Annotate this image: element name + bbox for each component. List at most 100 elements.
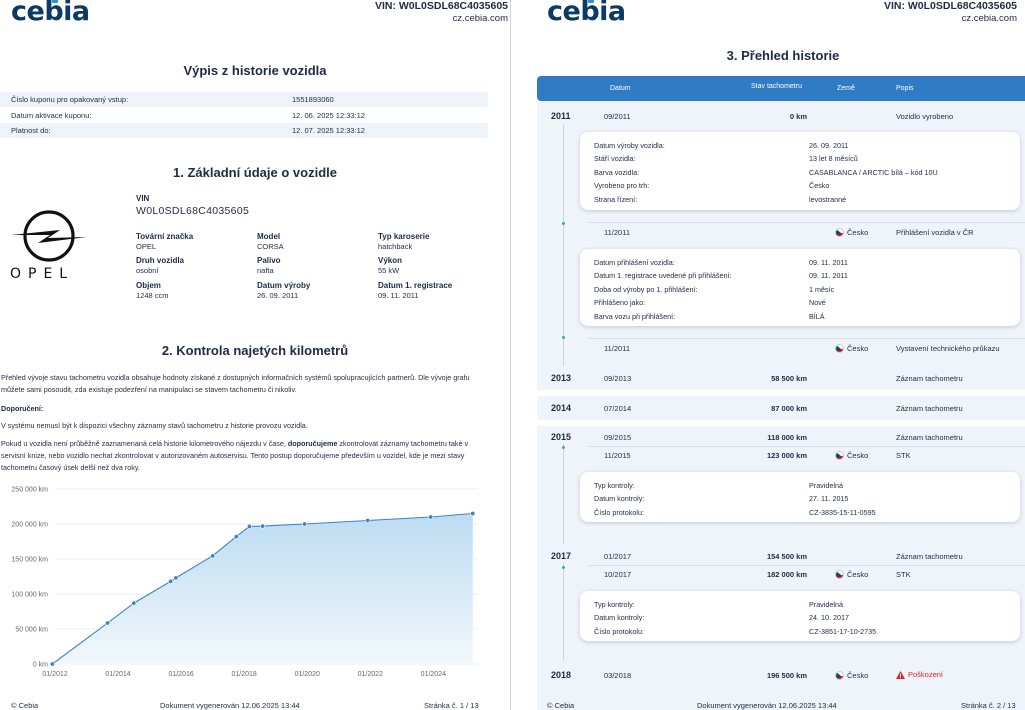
mileage-chart: 250 000 km 200 000 km 150 000 km 100 000 km… [11,487,478,678]
row-separator [588,446,1025,447]
header-url[interactable]: cz.cebia.com [375,13,508,24]
detail-label: Datum kontroly: [594,494,645,504]
header-km: Stav tachometru [751,83,802,90]
cebia-logo: cebia [547,0,626,27]
mileage-point[interactable] [105,620,111,626]
detail-label: Doba od výroby po 1. přihlášení: [594,284,698,294]
detail-value: levostranné [809,194,847,204]
footer-copyright: © Cebia [11,701,39,710]
spec-make: Tovární značka OPEL [136,232,193,251]
row-km: 123 000 km [766,451,807,460]
mileage-point[interactable] [173,575,179,581]
history-table-header: Datum Stav tachometru Země Popis [537,76,1025,101]
warning-icon [896,670,905,679]
spec-value: 1248 ccm [136,291,169,300]
spec-production-date: Datum výroby 26. 09. 2011 [257,281,310,300]
intro-paragraph: Přehled vývoje stavu tachometru vozidla … [1,373,470,394]
recommendation-text: Pokud u vozidla není průběžně zaznamenan… [1,439,288,448]
detail-value: CZ-3835-15-11-0595 [809,507,876,517]
detail-value: CZ-3851-17-10-2735 [809,626,877,636]
coupon-label: Platnost do: [11,126,51,135]
detail-label: Datum přihlášení vozidla: [594,258,675,267]
detail-card-inspection: Typ kontroly: Pravidelná Datum kontroly: 24… [580,591,1020,641]
row-date: 10/2017 [604,570,632,579]
row-km: 58 500 km [771,374,807,383]
spec-value: 26. 09. 2011 [257,291,299,300]
coupon-value: 1551893060 [292,95,334,104]
coupon-label: Číslo kuponu pro opakovaný vstup: [11,95,129,104]
row-description: Přihlášení vozidla v ČR [896,228,974,237]
header-vin-label: VIN: W0L0SDL68C4035605 [374,0,508,12]
mileage-point[interactable] [246,523,252,529]
row-year: 2011 [551,111,571,121]
opel-wordmark: OPEL [10,266,75,282]
report-page-2: cebia VIN: W0L0SDL68C4035605 cz.cebia.co… [528,0,1025,710]
czech-flag-icon [835,344,844,353]
header-vin-label: VIN: W0L0SDL68C4035605 [883,0,1017,12]
detail-value: 1 měsíc [809,284,835,294]
mileage-point[interactable] [131,600,137,606]
y-tick-label: 150 000 km [11,557,48,564]
detail-label: Barva vozidla: [594,167,640,177]
footer-page-number: Stránka č. 1 / 13 [424,701,479,710]
spec-model: Model CORSA [257,232,284,251]
country-name: Česko [847,671,869,680]
mileage-point[interactable] [302,521,308,527]
x-tick-label: 01/2014 [105,671,130,678]
spec-label: Palivo [257,256,281,265]
opel-emblem-icon [11,210,87,262]
section-title-history: 3. Přehled historie [726,48,840,63]
header-url[interactable]: cz.cebia.com [884,13,1017,24]
timeline-line [563,563,564,661]
footer-copyright: © Cebia [547,701,575,710]
mileage-point[interactable] [365,517,371,523]
spec-fuel: Palivo nafta [257,256,281,275]
detail-value: 13 let 8 měsíců [809,154,858,164]
mileage-point[interactable] [260,523,266,529]
mileage-point[interactable] [470,510,476,516]
detail-value: BÍLÁ [809,311,825,321]
row-description: Záznam tachometru [896,404,963,413]
mileage-point[interactable] [233,534,239,540]
row-description: Záznam tachometru [896,374,963,383]
coupon-row: Platnost do: 12. 07. 2025 12:33:12 [0,123,488,138]
mileage-point[interactable] [49,661,55,667]
vin-value: W0L0SDL68C4035605 [136,205,250,217]
row-country: Česko [835,451,868,460]
row-separator [588,338,1025,339]
x-tick-label: 01/2024 [421,671,446,678]
row-date: 09/2013 [604,374,632,383]
row-km: 0 km [789,112,807,121]
timeline-dot [562,446,565,449]
row-year: 2013 [551,373,572,383]
spec-value: nafta [257,266,274,275]
row-date: 07/2014 [604,404,632,413]
mileage-point[interactable] [428,514,434,520]
note-paragraph: V systému nemusí být k dispozici všechny… [1,421,308,430]
mileage-point[interactable] [168,578,174,584]
coupon-label: Datum aktivace kuponu: [11,111,92,120]
spec-label: Model [257,232,281,241]
detail-card-inspection: Typ kontroly: Pravidelná Datum kontroly: 27… [580,472,1020,522]
recommendation-emphasis: doporučujeme [287,439,338,448]
czech-flag-icon [835,671,844,680]
czech-flag-icon [835,451,844,460]
row-km: 196 500 km [766,671,807,680]
country-name: Česko [847,228,869,237]
row-description: STK [896,570,911,579]
row-date: 09/2015 [604,433,632,442]
x-tick-label: 01/2022 [358,671,383,678]
detail-label: Datum kontroly: [594,613,645,623]
row-country: Česko [835,344,868,353]
spec-label: Objem [136,281,161,290]
row-date: 11/2015 [604,451,631,460]
spec-label: Výkon [378,256,403,265]
cebia-logo: cebia [11,0,90,27]
coupon-value: 12. 06. 2025 12:33:12 [292,111,365,120]
spec-label: Druh vozidla [136,256,185,265]
country-name: Česko [847,451,869,460]
page-title: Výpis z historie vozidla [183,63,327,78]
header-country: Země [837,85,855,92]
row-year: 2017 [551,551,572,561]
mileage-point[interactable] [210,553,216,559]
